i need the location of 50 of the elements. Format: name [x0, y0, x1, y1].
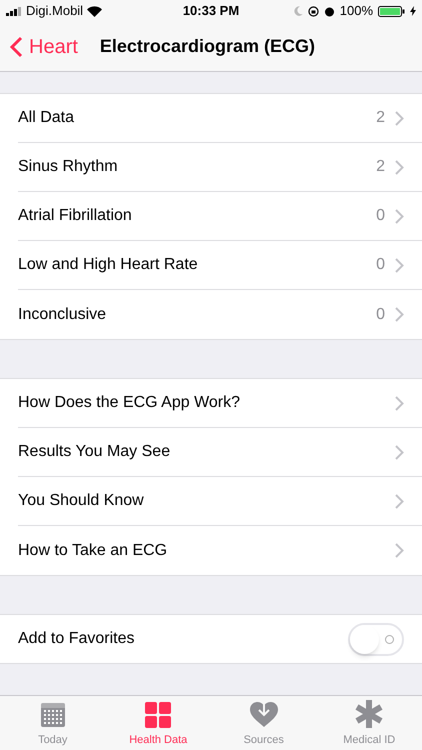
chevron-icon — [395, 307, 404, 322]
chevron-icon — [395, 444, 404, 460]
charging-icon — [410, 6, 416, 16]
favorites-label: Add to Favorites — [18, 629, 136, 649]
list-row[interactable]: How Does the ECG App Work? — [0, 379, 422, 428]
list-row[interactable]: Results You May See — [0, 428, 422, 477]
row-label: You Should Know — [18, 491, 145, 511]
row-count: 0 — [376, 206, 385, 226]
battery-percent: 100% — [340, 2, 373, 20]
moon-icon — [294, 6, 303, 16]
grid-icon — [145, 702, 172, 728]
chevron-icon — [395, 494, 404, 508]
row-label: Inconclusive — [18, 304, 108, 324]
asterisk-icon — [355, 700, 384, 728]
row-label: All Data — [18, 108, 76, 128]
chevron-icon — [395, 543, 404, 558]
row-label: Atrial Fibrillation — [18, 206, 133, 226]
row-count: 0 — [376, 304, 385, 324]
favorites-toggle[interactable] — [348, 622, 404, 656]
list-row[interactable]: All Data 2 — [0, 94, 422, 143]
chevron-icon — [395, 110, 404, 126]
carrier-name: Digi.Mobil — [26, 2, 84, 20]
back-chevron-icon — [10, 36, 23, 58]
row-count: 2 — [376, 108, 385, 128]
row-label: Sinus Rhythm — [18, 157, 119, 177]
list-row[interactable]: How to Take an ECG — [0, 526, 422, 575]
chevron-icon — [395, 208, 404, 224]
list-row[interactable]: You Should Know — [0, 477, 422, 526]
row-count: 2 — [376, 157, 385, 177]
wifi-icon — [87, 6, 102, 16]
chevron-icon — [395, 396, 404, 410]
battery-icon — [378, 6, 405, 16]
list-row[interactable]: Atrial Fibrillation 0 — [0, 192, 422, 241]
list-row[interactable]: Sinus Rhythm 2 — [0, 143, 422, 192]
toggle-knob — [350, 624, 379, 654]
row-label: Low and High Heart Rate — [18, 255, 199, 275]
signal-icon — [6, 6, 22, 16]
row-count: 0 — [376, 255, 385, 275]
calendar-icon — [40, 702, 66, 728]
off-indicator-icon — [385, 634, 394, 644]
row-label: How to Take an ECG — [18, 540, 168, 560]
status-time: 10:33 PM — [182, 2, 240, 20]
row-label: How Does the ECG App Work? — [18, 393, 242, 413]
heart-download-icon — [248, 700, 279, 728]
chevron-icon — [395, 160, 404, 174]
chevron-icon — [395, 258, 404, 272]
list-row[interactable]: Inconclusive 0 — [0, 290, 422, 339]
screen-title: Electrocardiogram (ECG) — [100, 35, 315, 58]
list-row[interactable]: Low and High Heart Rate 0 — [0, 241, 422, 290]
row-label: Results You May See — [18, 442, 172, 462]
